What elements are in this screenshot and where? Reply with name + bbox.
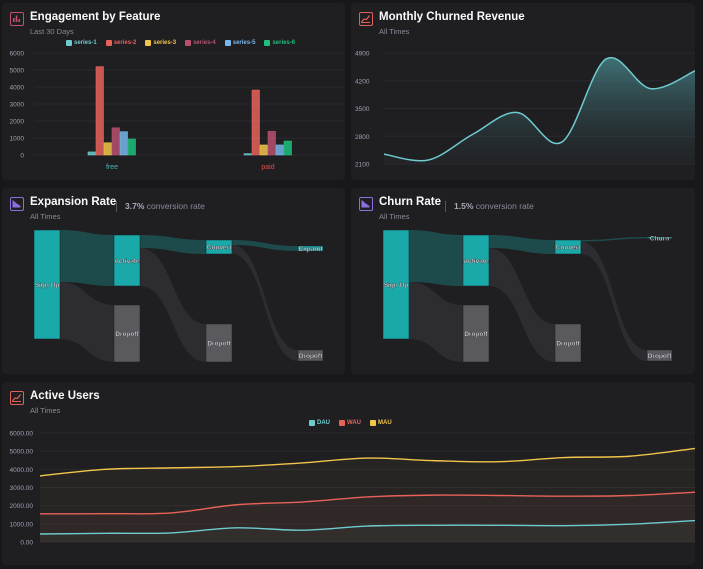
sankey-link [232,245,298,361]
sankey-node-label: Churn [650,235,669,242]
sankey-node-label: Activate [463,258,489,265]
y-tick-label: 4900 [355,51,370,58]
churn-sankey-chart: Sign Up Activate Dropoff Convert Dropoff Chur… [382,229,673,363]
bar [111,127,120,156]
y-tick-label: 0.00 [20,540,33,547]
active-users-line-chart: 6000.00 5000.00 4000.00 3000.00 2000.00 1000.… [10,431,695,547]
churned-revenue-card: Monthly Churned Revenue All Times 4900 42… [351,3,695,180]
bar [283,140,292,156]
y-tick-label: 6000.00 [10,431,34,438]
sankey-link [409,230,463,286]
sankey-node-label: Expand [299,246,323,253]
sankey-link [60,282,114,362]
engagement-card: Engagement by Feature Last 30 Days serie… [2,3,345,180]
y-tick-label: 5000.00 [10,449,34,456]
sankey-link [60,230,114,286]
x-tick-label: paid [261,164,274,171]
bar [103,142,112,156]
page-edge [695,0,703,569]
sankey-node-label: Dropoff [648,353,672,360]
churned-revenue-area-chart: 4900 4200 3500 2800 2100 [355,51,695,169]
sankey-node-label: Sign Up [384,282,409,289]
y-tick-label: 6000 [10,51,25,58]
y-tick-label: 3000.00 [10,485,34,492]
bar [87,151,96,156]
y-tick-label: 2800 [355,134,370,141]
y-tick-label: 4000 [10,85,25,92]
area-fill [384,57,695,164]
y-tick-label: 1000.00 [10,521,34,528]
y-tick-label: 3000 [10,102,25,109]
y-tick-label: 0 [20,153,24,160]
y-tick-label: 3500 [355,106,370,113]
bar [275,144,284,156]
bar [95,66,104,156]
churn-rate-card: Churn Rate All Times 1.5% conversion rat… [351,188,695,374]
sankey-link [489,248,555,362]
sankey-link [409,282,463,362]
active-users-card: Active Users All Times DAU WAU MAU 6000.00… [2,382,695,565]
engagement-bar-chart: 6000 5000 4000 3000 2000 1000 0 free paid [10,51,345,171]
sankey-node-label: Activate [114,258,140,265]
x-tick-label: free [106,164,118,171]
y-tick-label: 4000.00 [10,467,34,474]
sankey-link [140,248,206,362]
sankey-node-label: Dropoff [115,331,139,338]
sankey-link [581,237,647,242]
bar [251,89,260,156]
bar [243,153,252,156]
sankey-node-label: Dropoff [299,353,323,360]
sankey-link [581,241,647,361]
y-tick-label: 1000 [10,136,25,143]
bar [127,138,136,156]
sankey-node-label: Sign Up [35,282,60,289]
sankey-node-label: Dropoff [464,331,488,338]
expansion-rate-card: Expansion Rate All Times 3.7% conversion… [2,188,345,374]
bar [119,131,128,156]
y-tick-label: 2100 [355,162,370,169]
sankey-node-label: Dropoff [207,341,231,348]
sankey-node-label: Dropoff [556,341,580,348]
sankey-node-label: Convert [207,245,232,252]
y-tick-label: 2000.00 [10,503,34,510]
y-tick-label: 5000 [10,68,25,75]
bar [267,131,276,156]
sankey-node-label: Convert [556,245,581,252]
bar [259,144,268,156]
y-tick-label: 2000 [10,119,25,126]
expansion-sankey-chart: Sign Up Activate Dropoff Convert Dropoff Expa… [33,229,324,363]
y-tick-label: 4200 [355,78,370,85]
